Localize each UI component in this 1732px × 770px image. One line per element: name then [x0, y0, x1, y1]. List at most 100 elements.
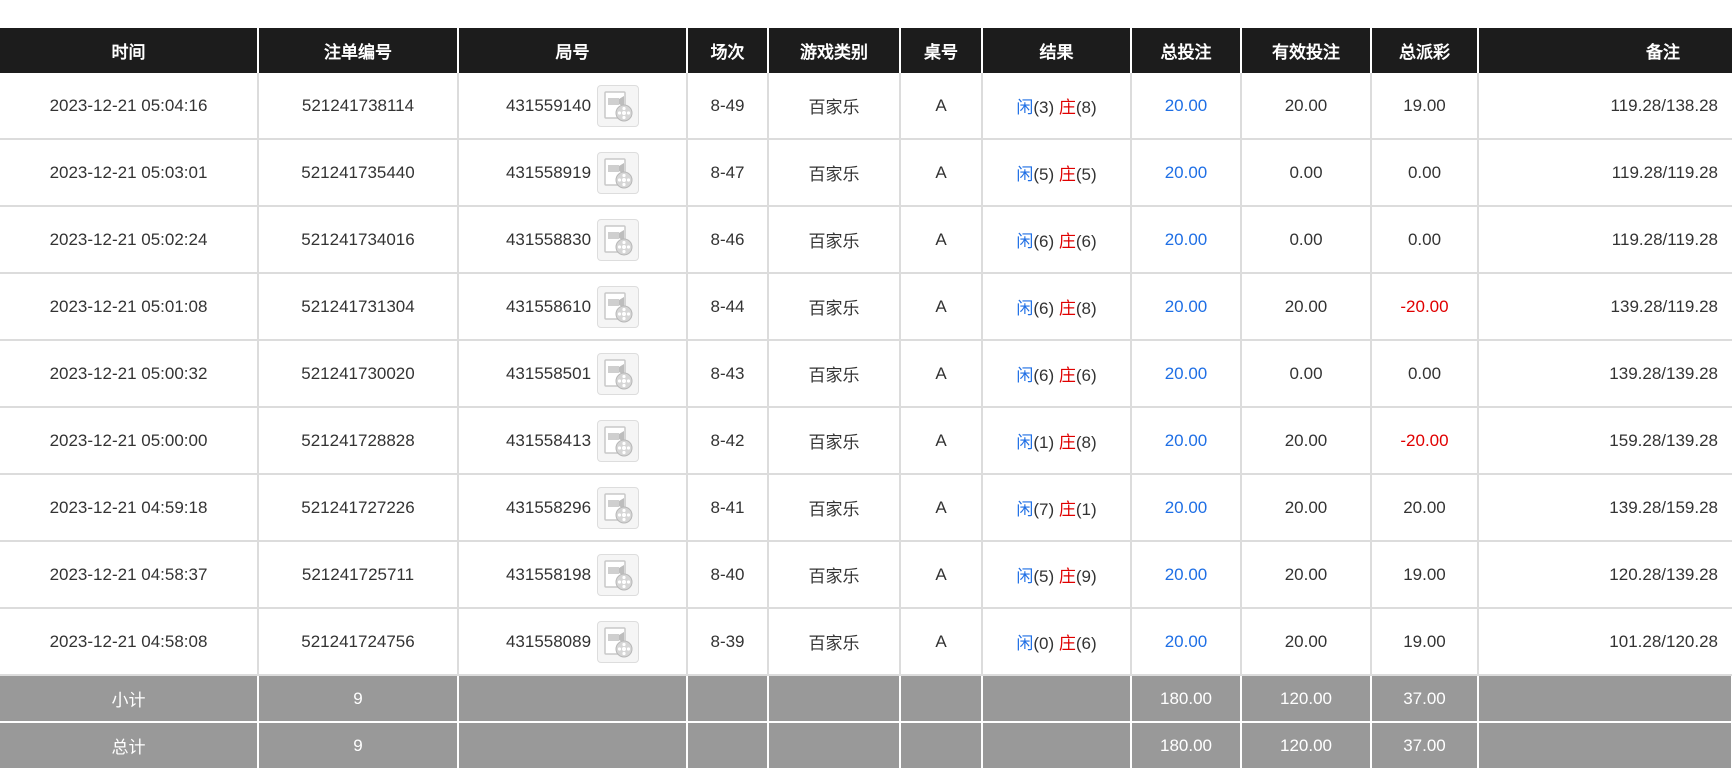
cell-note: 139.28/139.28: [1478, 340, 1732, 408]
cell-total-bet: 20.00: [1131, 608, 1242, 676]
header-valid-bet: 有效投注: [1241, 28, 1372, 73]
round-number: 431558919: [505, 162, 592, 182]
video-replay-icon[interactable]: [597, 84, 640, 127]
cell-round: 431558198: [458, 541, 688, 609]
cell-bet-id: 521241725711: [258, 541, 459, 609]
summary-empty-cell: [900, 722, 983, 770]
summary-row: 总计 9 180.00 120.00 37.00: [0, 722, 1732, 770]
result-player-label: 闲: [1016, 165, 1034, 184]
cell-shoe: 8-39: [687, 608, 769, 676]
table-row: 2023-12-21 05:00:00 521241728828 431558413…: [0, 407, 1732, 475]
round-number: 431558296: [505, 497, 592, 517]
cell-bet-id: 521241727226: [258, 474, 459, 542]
result-banker-label: 庄: [1058, 433, 1076, 452]
header-round: 局号: [458, 28, 688, 73]
video-replay-icon[interactable]: [597, 285, 640, 328]
cell-result: 闲(6) 庄(6): [982, 206, 1132, 274]
table-row: 2023-12-21 04:59:18 521241727226 431558296…: [0, 474, 1732, 542]
round-number: 431558501: [505, 363, 592, 383]
summary-valid-bet: 120.00: [1241, 675, 1372, 723]
cell-game-type: 百家乐: [768, 474, 901, 542]
cell-bet-id: 521241731304: [258, 273, 459, 341]
cell-total-bet: 20.00: [1131, 541, 1242, 609]
result-banker-label: 庄: [1058, 299, 1076, 318]
cell-round: 431559140: [458, 73, 688, 140]
video-replay-icon[interactable]: [597, 419, 640, 462]
result-player-label: 闲: [1016, 232, 1034, 251]
header-table: 桌号: [900, 28, 983, 73]
round-number: 431559140: [505, 95, 592, 115]
cell-total-bet: 20.00: [1131, 73, 1242, 140]
cell-bet-id: 521241738114: [258, 73, 459, 140]
video-replay-icon[interactable]: [597, 553, 640, 596]
cell-time: 2023-12-21 05:04:16: [0, 73, 259, 140]
cell-bet-id: 521241724756: [258, 608, 459, 676]
cell-bet-id: 521241730020: [258, 340, 459, 408]
header-bet-id: 注单编号: [258, 28, 459, 73]
result-banker-score: (6): [1075, 634, 1097, 653]
result-player-label: 闲: [1016, 634, 1034, 653]
video-replay-icon[interactable]: [597, 218, 640, 261]
cell-valid-bet: 20.00: [1241, 407, 1372, 475]
round-number: 431558830: [505, 229, 592, 249]
cell-bet-id: 521241735440: [258, 139, 459, 207]
summary-empty-cell: [982, 722, 1132, 770]
cell-table: A: [900, 206, 983, 274]
result-player-score: (6): [1033, 232, 1055, 251]
cell-note: 139.28/119.28: [1478, 273, 1732, 341]
result-banker-label: 庄: [1058, 500, 1076, 519]
cell-game-type: 百家乐: [768, 541, 901, 609]
cell-table: A: [900, 340, 983, 408]
round-number: 431558089: [505, 631, 592, 651]
cell-result: 闲(1) 庄(8): [982, 407, 1132, 475]
cell-shoe: 8-42: [687, 407, 769, 475]
summary-empty-cell: [768, 675, 901, 723]
cell-payout: -20.00: [1371, 407, 1479, 475]
video-replay-icon[interactable]: [597, 486, 640, 529]
cell-valid-bet: 20.00: [1241, 474, 1372, 542]
round-wrap: 431558296: [505, 486, 640, 529]
result-player-score: (6): [1033, 299, 1055, 318]
result-player-score: (5): [1033, 165, 1055, 184]
cell-table: A: [900, 407, 983, 475]
result-banker-score: (6): [1075, 232, 1097, 251]
result-banker-label: 庄: [1058, 98, 1076, 117]
cell-bet-id: 521241728828: [258, 407, 459, 475]
summary-payout: 37.00: [1371, 722, 1479, 770]
round-wrap: 431558501: [505, 352, 640, 395]
result-banker-score: (8): [1075, 98, 1097, 117]
cell-note: 139.28/159.28: [1478, 474, 1732, 542]
result-player-score: (3): [1033, 98, 1055, 117]
result-banker-score: (5): [1075, 165, 1097, 184]
result-player-score: (7): [1033, 500, 1055, 519]
cell-note: 120.28/139.28: [1478, 541, 1732, 609]
result-player-score: (1): [1033, 433, 1055, 452]
cell-round: 431558089: [458, 608, 688, 676]
video-replay-icon[interactable]: [597, 352, 640, 395]
header-total-bet: 总投注: [1131, 28, 1242, 73]
header-game-type: 游戏类别: [768, 28, 901, 73]
cell-game-type: 百家乐: [768, 73, 901, 140]
video-replay-icon[interactable]: [597, 620, 640, 663]
round-wrap: 431558089: [505, 620, 640, 663]
cell-time: 2023-12-21 05:02:24: [0, 206, 259, 274]
cell-total-bet: 20.00: [1131, 139, 1242, 207]
video-replay-icon[interactable]: [597, 151, 640, 194]
cell-valid-bet: 20.00: [1241, 73, 1372, 140]
table-row: 2023-12-21 05:04:16 521241738114 431559140…: [0, 73, 1732, 140]
round-number: 431558610: [505, 296, 592, 316]
result-player-score: (6): [1033, 366, 1055, 385]
cell-note: 159.28/139.28: [1478, 407, 1732, 475]
summary-empty-cell: [458, 722, 688, 770]
cell-total-bet: 20.00: [1131, 407, 1242, 475]
round-wrap: 431559140: [505, 84, 640, 127]
result-player-label: 闲: [1016, 567, 1034, 586]
cell-valid-bet: 20.00: [1241, 608, 1372, 676]
cell-table: A: [900, 541, 983, 609]
bet-history-table: 时间 注单编号 局号 场次 游戏类别 桌号 结果 总投注 有效投注 总派彩 备注…: [0, 28, 1732, 770]
cell-total-bet: 20.00: [1131, 340, 1242, 408]
header-payout: 总派彩: [1371, 28, 1479, 73]
result-player-label: 闲: [1016, 433, 1034, 452]
cell-table: A: [900, 608, 983, 676]
result-banker-score: (1): [1075, 500, 1097, 519]
